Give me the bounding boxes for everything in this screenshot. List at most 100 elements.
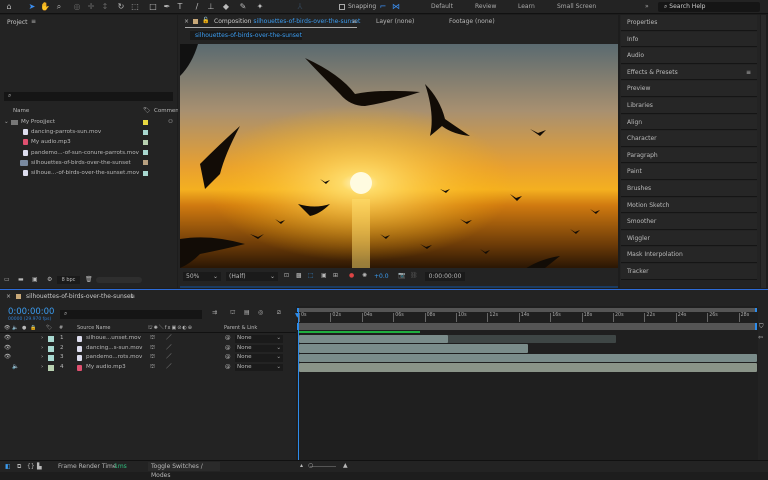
project-title[interactable]: Project <box>7 19 28 26</box>
parent-dropdown[interactable]: None ⌄ <box>235 335 283 343</box>
panel-menu-icon[interactable]: ≡ <box>352 18 357 25</box>
solo-icon[interactable]: ● <box>22 324 26 333</box>
label-swatch[interactable] <box>143 139 148 145</box>
label-swatch[interactable] <box>48 355 54 361</box>
timeline-zoom-slider[interactable] <box>310 466 336 467</box>
panel-paragraph[interactable]: Paragraph <box>621 147 757 164</box>
layer-row[interactable]: 👁 › 3 pandemo...rots.mov ⛫ ／ @ None ⌄ <box>0 353 296 363</box>
footage-tab[interactable]: Footage (none) <box>449 18 495 25</box>
anchor-tool-icon[interactable]: ⬚ <box>130 2 140 12</box>
chevron-right-icon[interactable]: › <box>41 353 43 363</box>
more-workspaces-button[interactable]: » <box>645 3 649 10</box>
project-item[interactable]: silhouettes-of-birds-over-the-sunset <box>0 158 177 168</box>
layer-row[interactable]: 👁 › 1 silhoue...unset.mov ⛫ ／ @ None ⌄ <box>0 334 296 344</box>
clone-stamp-icon[interactable]: ⊥ <box>206 2 216 12</box>
layer-name[interactable]: silhoue...unset.mov <box>86 334 141 344</box>
graph-editor-icon[interactable]: ⧄ <box>277 309 281 317</box>
project-item[interactable]: pandemo...-of-sun-conure-parrots.mov <box>0 148 177 158</box>
in-out-toggle-icon[interactable]: {} <box>27 463 35 470</box>
layer-name[interactable]: pandemo...rots.mov <box>86 353 142 363</box>
chevron-right-icon[interactable]: › <box>41 363 43 373</box>
label-swatch[interactable] <box>143 150 148 156</box>
layer-duration-bar[interactable] <box>299 334 449 343</box>
work-area-bar[interactable] <box>297 323 757 330</box>
current-time[interactable]: 0:00:00:00 <box>8 307 54 317</box>
panel-preview[interactable]: Preview <box>621 81 757 97</box>
new-folder-icon[interactable]: ▬ <box>18 276 24 283</box>
pan-tool-icon[interactable]: ✛ <box>86 2 96 12</box>
column-parent-link[interactable]: Parent & Link <box>224 324 257 333</box>
shy-switch-icon[interactable]: ⛫ <box>150 334 155 344</box>
time-ruler[interactable]: 0s 02s 04s 06s 08s 10s 12s 14s 16s 18s 20s 22s 24s 26… <box>296 313 758 323</box>
orbit-tool-icon[interactable]: ◎ <box>72 2 82 12</box>
panel-motion-sketch[interactable]: Motion Sketch <box>621 197 757 214</box>
panel-properties[interactable]: Properties <box>621 15 757 31</box>
exposure-value[interactable]: +0.0 <box>374 273 389 280</box>
quality-switch-icon[interactable]: ／ <box>166 353 172 363</box>
pick-whip-icon[interactable]: @ <box>225 344 231 354</box>
comp-marker-bin-icon[interactable]: ⛉ <box>759 323 764 331</box>
snapshot-icon[interactable]: 📷 <box>398 272 405 279</box>
layer-name[interactable]: My audio.mp3 <box>86 363 126 373</box>
workspace-default[interactable]: Default <box>431 3 453 10</box>
timeline-track-area[interactable]: 0s 02s 04s 06s 08s 10s 12s 14s 16s 18s 20s 22s 24s 26… <box>295 306 758 461</box>
label-swatch[interactable] <box>143 119 148 125</box>
rectangle-tool-icon[interactable]: □ <box>148 2 158 12</box>
playhead[interactable] <box>298 310 299 461</box>
label-swatch[interactable] <box>143 160 148 166</box>
zoom-in-icon[interactable]: ▲ <box>343 462 348 469</box>
home-icon[interactable]: ⌂ <box>4 2 14 12</box>
pick-whip-icon[interactable]: @ <box>225 353 231 363</box>
snap-edges-icon[interactable]: ⌐ <box>378 2 388 12</box>
new-composition-icon[interactable]: ▣ <box>32 276 38 283</box>
layer-duration-bar[interactable] <box>299 363 757 372</box>
bpc-button[interactable]: 8 bpc <box>57 276 80 284</box>
quality-switch-icon[interactable]: ／ <box>166 344 172 354</box>
column-name[interactable]: Name <box>13 108 29 114</box>
show-snapshot-icon[interactable]: ⛓ <box>410 272 418 279</box>
snap-features-icon[interactable]: ⋈ <box>391 2 401 12</box>
project-settings-icon[interactable]: ⚙ <box>47 276 52 283</box>
label-swatch[interactable] <box>143 170 148 176</box>
layer-row[interactable]: 👁 › 2 dancing...s-sun.mov ⛫ ／ @ None ⌄ <box>0 344 296 354</box>
column-source-name[interactable]: Source Name <box>77 324 111 333</box>
transparency-grid-icon[interactable]: ▩ <box>296 272 302 279</box>
panel-wiggler[interactable]: Wiggler <box>621 230 757 247</box>
project-folder[interactable]: ⌄ My Proojject ⚇ <box>0 117 177 127</box>
comp-breadcrumb[interactable]: silhouettes-of-birds-over-the-sunset <box>190 31 302 40</box>
eye-icon[interactable]: 👁 <box>4 353 11 363</box>
timeline-tab[interactable]: silhouettes-of-birds-over-the-sunset <box>26 293 133 300</box>
layer-duration-bar[interactable] <box>299 344 529 353</box>
frame-blending-icon[interactable]: ▤ <box>244 309 250 316</box>
panel-character[interactable]: Character <box>621 131 757 147</box>
panel-brushes[interactable]: Brushes <box>621 181 757 197</box>
parent-dropdown[interactable]: None ⌄ <box>235 344 283 352</box>
axis-icon[interactable]: ⅄ <box>295 2 305 12</box>
panel-tracker[interactable]: Tracker <box>621 264 757 280</box>
label-swatch[interactable] <box>48 336 54 342</box>
workspace-learn[interactable]: Learn <box>518 3 535 10</box>
panel-smoother[interactable]: Smoother <box>621 214 757 230</box>
panel-mask-interpolation[interactable]: Mask Interpolation <box>621 247 757 263</box>
panel-align[interactable]: Align <box>621 114 757 131</box>
parent-dropdown[interactable]: None ⌄ <box>235 363 283 371</box>
workspace-review[interactable]: Review <box>475 3 496 10</box>
close-icon[interactable]: × <box>6 293 11 300</box>
quality-switch-icon[interactable]: ／ <box>166 334 172 344</box>
draft-3d-icon[interactable]: ⛫ <box>230 309 236 317</box>
panel-menu-icon[interactable]: ≡ <box>31 18 36 25</box>
panel-paint[interactable]: Paint <box>621 164 757 180</box>
trash-icon[interactable]: 🗑 <box>85 276 93 283</box>
layer-row[interactable]: 🔈 › 4 My audio.mp3 ⛫ ／ @ None ⌄ <box>0 363 296 373</box>
exposure-reset-icon[interactable]: ✺ <box>362 272 367 279</box>
current-time-display[interactable]: 0:00:00:00 <box>425 272 465 281</box>
magnification-dropdown[interactable]: 50% ⌄ <box>183 272 221 281</box>
label-swatch[interactable] <box>48 345 54 352</box>
flowchart-icon[interactable]: ⚇ <box>168 117 173 127</box>
right-panel-scrollbar[interactable] <box>761 15 766 288</box>
panel-libraries[interactable]: Libraries <box>621 98 757 114</box>
layer-duration-bar[interactable] <box>299 353 757 362</box>
composition-viewer[interactable] <box>180 44 618 268</box>
layer-name[interactable]: dancing...s-sun.mov <box>86 344 142 354</box>
interpret-footage-icon[interactable]: ▭ <box>4 276 10 283</box>
